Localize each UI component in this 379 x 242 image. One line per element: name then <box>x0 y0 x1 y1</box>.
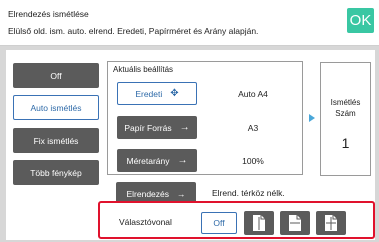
layout-button-label: Elrendezés <box>126 188 170 199</box>
triangle-right-icon <box>309 114 315 122</box>
rotate-arrow-icon: ✥ <box>170 88 179 99</box>
layout-value: Elrend. térköz nélk. <box>212 188 285 198</box>
multi-photo-button[interactable]: Több fénykép <box>13 160 99 185</box>
arrow-right-icon: → <box>177 188 186 199</box>
separator-off-button[interactable]: Off <box>201 212 237 234</box>
off-mode-button[interactable]: Off <box>13 63 99 88</box>
original-button-label: Eredeti <box>135 88 163 99</box>
repeat-count: 1 <box>341 135 350 151</box>
current-settings-box: Aktuális beállítás Eredeti ✥ Auto A4 Pap… <box>107 61 303 175</box>
arrow-right-icon: → <box>179 122 190 133</box>
separator-line-bar: Választóvonal Off <box>98 201 375 239</box>
original-value: Auto A4 <box>238 89 268 99</box>
fixed-repeat-button[interactable]: Fix ismétlés <box>13 128 99 153</box>
scale-value: 100% <box>242 156 264 166</box>
separator-option-2-button[interactable] <box>280 211 310 235</box>
paper-source-label: Papír Forrás <box>124 122 172 133</box>
original-button[interactable]: Eredeti ✥ <box>117 82 197 105</box>
scale-button[interactable]: Méretarány → <box>117 149 197 172</box>
ok-button[interactable]: OK <box>347 8 374 33</box>
repeat-label: Ismétlés Szám <box>330 98 361 118</box>
page-line-icon <box>253 215 265 231</box>
paper-source-value: A3 <box>247 123 259 133</box>
paper-source-button[interactable]: Papír Forrás → <box>117 116 197 139</box>
page-subtitle: Elülső old. ism. auto. elrend. Eredeti, … <box>8 26 259 36</box>
separator-option-3-button[interactable] <box>316 211 346 235</box>
scale-label: Méretarány <box>126 155 170 166</box>
page-title: Elrendezés ismétlése <box>8 9 89 19</box>
auto-repeat-button[interactable]: Auto ismétlés <box>13 95 99 120</box>
separator-option-1-button[interactable] <box>244 211 274 235</box>
page-line-icon <box>289 215 301 231</box>
arrow-right-icon: → <box>177 155 188 166</box>
settings-title: Aktuális beállítás <box>113 65 174 74</box>
repeat-count-box: Ismétlés Szám 1 <box>320 62 371 176</box>
page-line-icon <box>325 215 337 231</box>
separator-label: Választóvonal <box>119 217 172 227</box>
header: Elrendezés ismétlése Elülső old. ism. au… <box>0 0 379 46</box>
